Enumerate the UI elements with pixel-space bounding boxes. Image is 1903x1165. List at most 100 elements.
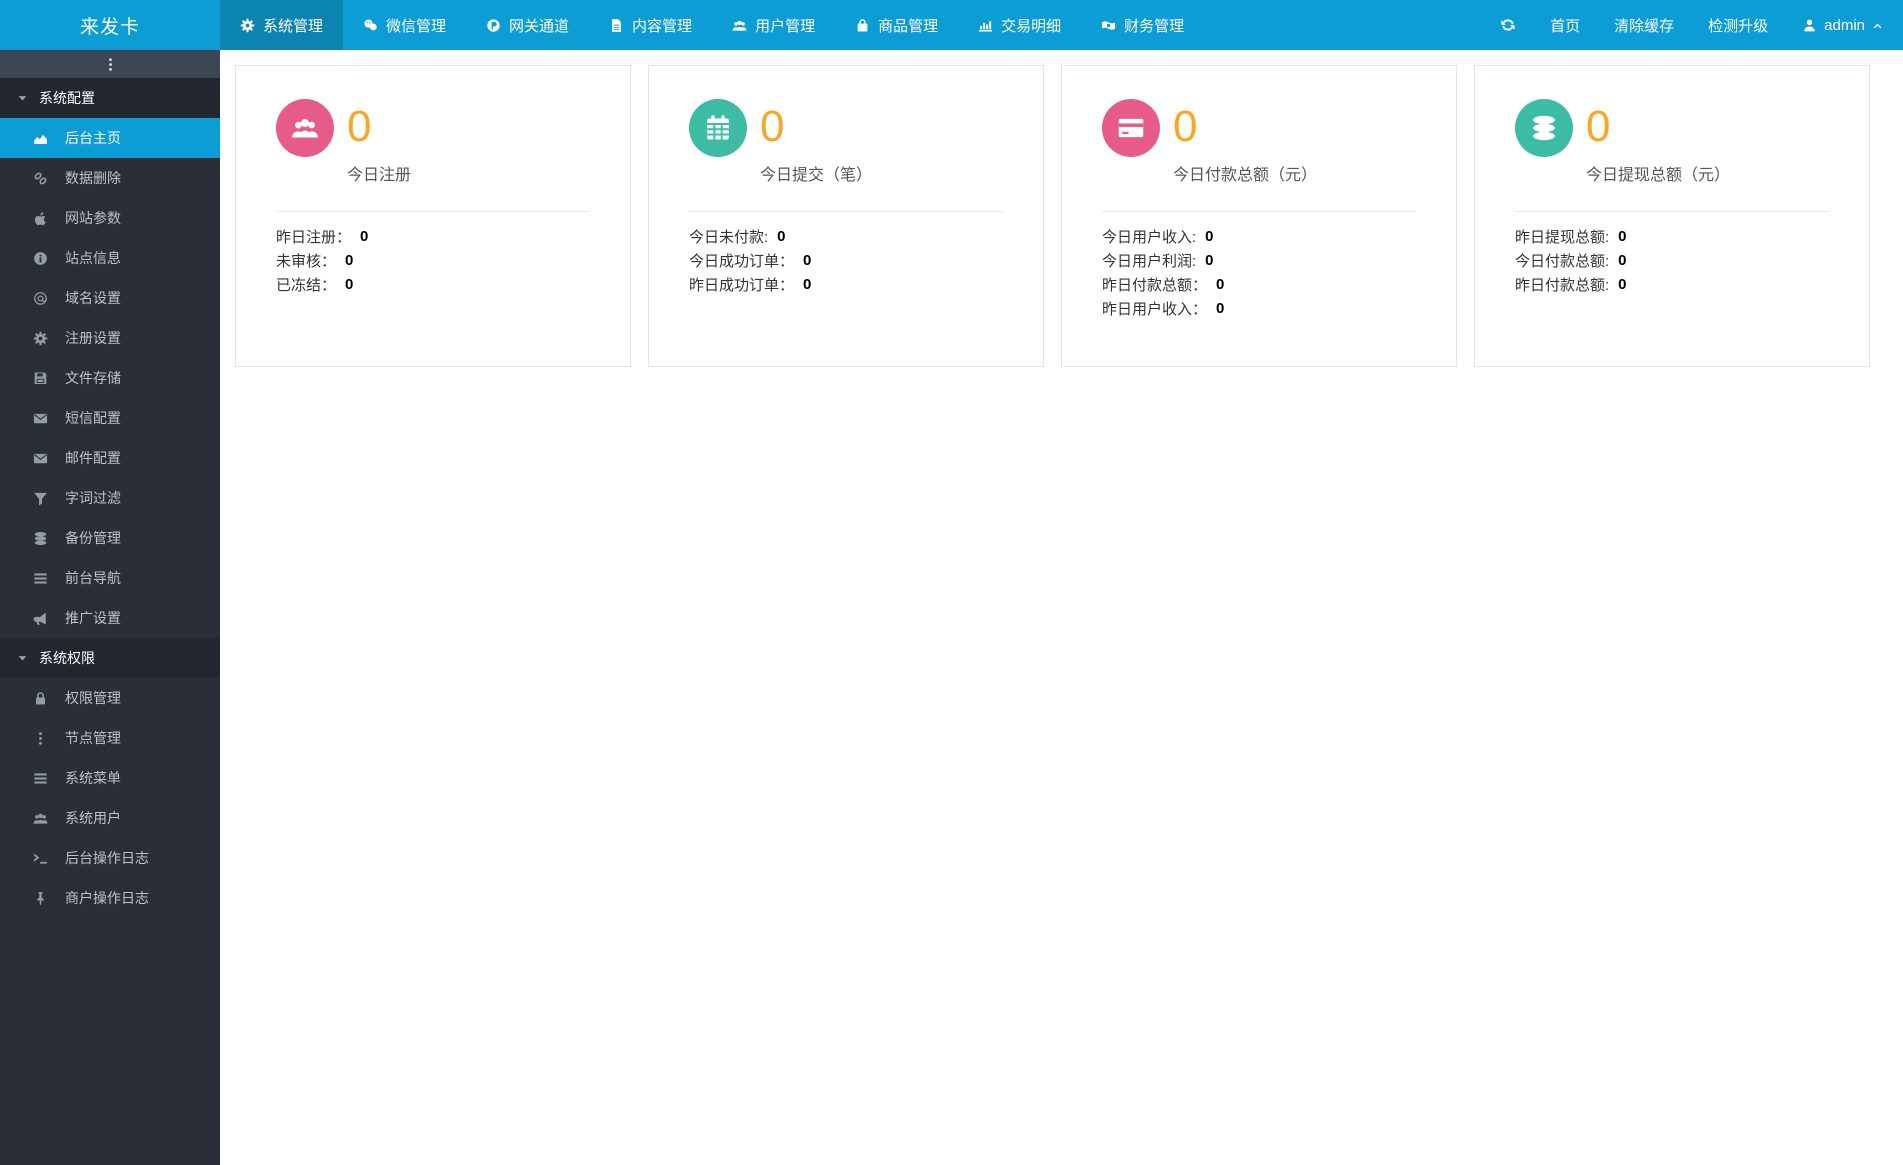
sidebar-item-dashboard[interactable]: 后台主页 — [0, 118, 220, 158]
gear-icon — [240, 18, 255, 33]
check-upgrade-button[interactable]: 检测升级 — [1708, 15, 1768, 36]
sidebar-item-label: 推广设置 — [65, 610, 121, 626]
nav-item-goods[interactable]: 商品管理 — [835, 0, 958, 50]
sidebar-item-site-params[interactable]: 网站参数 — [0, 198, 220, 238]
sidebar-item-sms[interactable]: 短信配置 — [0, 398, 220, 438]
stat-row-value: 0 — [1618, 227, 1627, 245]
nav-item-user[interactable]: 用户管理 — [712, 0, 835, 50]
stat-row: 今日未付款: 0 — [689, 224, 1003, 248]
stat-label: 今日提现总额（元） — [1586, 167, 1731, 184]
bullhorn-icon — [32, 611, 49, 626]
nav-item-label: 交易明细 — [1001, 17, 1062, 35]
terminal-icon — [32, 851, 49, 866]
home-link[interactable]: 首页 — [1550, 15, 1580, 36]
sidebar-item-auth-manage[interactable]: 权限管理 — [0, 678, 220, 718]
divider — [1515, 211, 1829, 212]
sidebar-item-label: 后台操作日志 — [65, 850, 149, 866]
stat-row-value: 0 — [1216, 299, 1225, 317]
stat-row-label: 昨日成功订单： — [689, 276, 795, 294]
p-circle-icon — [486, 18, 501, 33]
sidebar-item-label: 站点信息 — [65, 250, 121, 266]
stat-summary: 0 今日提现总额（元） — [1586, 105, 1730, 185]
stat-row-label: 今日用户收入: — [1102, 228, 1197, 246]
nav-item-label: 商品管理 — [878, 17, 939, 35]
sidebar-item-label: 域名设置 — [65, 290, 121, 306]
top-nav: 系统管理 微信管理 网关通道 内容管理 用户管理 商品管理 交易明细 财务管理 — [220, 0, 1204, 50]
stat-rows: 今日未付款: 0 今日成功订单： 0 昨日成功订单： 0 — [689, 224, 1003, 296]
sidebar-item-label: 数据删除 — [65, 170, 121, 186]
sidebar-item-label: 文件存储 — [65, 370, 121, 386]
nav-item-content[interactable]: 内容管理 — [589, 0, 712, 50]
nav-item-label: 网关通道 — [509, 17, 570, 35]
at-icon — [32, 291, 49, 306]
stat-row-value: 0 — [1618, 251, 1627, 269]
sidebar-item-front-nav[interactable]: 前台导航 — [0, 558, 220, 598]
sidebar-item-system-user[interactable]: 系统用户 — [0, 798, 220, 838]
stat-row: 昨日注册： 0 — [276, 224, 590, 248]
sidebar-item-backup[interactable]: 备份管理 — [0, 518, 220, 558]
section-label: 系统权限 — [39, 650, 95, 666]
stat-circle — [1102, 99, 1160, 157]
sidebar-item-label: 前台导航 — [65, 570, 121, 586]
credit-card-icon — [1117, 114, 1145, 142]
thumbtack-icon — [32, 891, 49, 906]
nav-item-system[interactable]: 系统管理 — [220, 0, 344, 50]
stat-row-label: 昨日注册： — [276, 228, 352, 246]
sidebar-item-promotion[interactable]: 推广设置 — [0, 598, 220, 638]
sidebar-item-system-menu[interactable]: 系统菜单 — [0, 758, 220, 798]
divider — [276, 211, 590, 212]
sidebar-item-word-filter[interactable]: 字词过滤 — [0, 478, 220, 518]
stat-row: 昨日付款总额： 0 — [1102, 272, 1416, 296]
sidebar-section-system-config[interactable]: 系统配置 — [0, 78, 220, 118]
nav-item-wechat[interactable]: 微信管理 — [343, 0, 466, 50]
stat-rows: 昨日注册： 0 未审核： 0 已冻结： 0 — [276, 224, 590, 296]
stat-row-label: 昨日付款总额： — [1102, 276, 1208, 294]
sidebar-item-email[interactable]: 邮件配置 — [0, 438, 220, 478]
stat-row-label: 昨日用户收入： — [1102, 300, 1208, 318]
stat-card-payment: 0 今日付款总额（元） 今日用户收入: 0 今日用户利润: 0 昨日付款总额： … — [1061, 65, 1457, 367]
stat-row-value: 0 — [360, 227, 369, 245]
bars-icon — [32, 771, 49, 786]
sidebar-item-merchant-log[interactable]: 商户操作日志 — [0, 878, 220, 918]
calendar-icon — [704, 114, 732, 142]
stat-value: 0 — [347, 102, 372, 151]
sidebar-item-register[interactable]: 注册设置 — [0, 318, 220, 358]
sidebar-item-site-info[interactable]: 站点信息 — [0, 238, 220, 278]
sidebar-item-label: 注册设置 — [65, 330, 121, 346]
ellipsis-v-icon — [103, 57, 118, 72]
stat-circle — [1515, 99, 1573, 157]
sidebar-toggle[interactable] — [0, 50, 220, 78]
sidebar-item-label: 备份管理 — [65, 530, 121, 546]
stat-circle — [276, 99, 334, 157]
refresh-button[interactable] — [1500, 17, 1516, 33]
nav-item-label: 系统管理 — [263, 17, 324, 35]
sidebar-item-domain[interactable]: 域名设置 — [0, 278, 220, 318]
user-menu[interactable]: admin — [1802, 17, 1883, 34]
sidebar-item-file-storage[interactable]: 文件存储 — [0, 358, 220, 398]
stat-value: 0 — [760, 102, 785, 151]
refresh-icon — [1500, 17, 1516, 33]
nav-item-trade[interactable]: 交易明细 — [958, 0, 1081, 50]
sidebar-item-label: 节点管理 — [65, 730, 121, 746]
users-icon — [291, 114, 319, 142]
lock-icon — [32, 691, 49, 706]
stat-row-value: 0 — [1205, 227, 1214, 245]
sidebar-item-admin-log[interactable]: 后台操作日志 — [0, 838, 220, 878]
stat-label: 今日付款总额（元） — [1173, 167, 1318, 184]
stat-cards: 0 今日注册 昨日注册： 0 未审核： 0 已冻结： 0 0 今日提交（笔） 今… — [235, 65, 1888, 367]
sidebar-item-node-manage[interactable]: 节点管理 — [0, 718, 220, 758]
bar-chart-icon — [978, 18, 993, 33]
nav-item-gateway[interactable]: 网关通道 — [466, 0, 589, 50]
sidebar-section-system-auth[interactable]: 系统权限 — [0, 638, 220, 678]
nav-item-label: 内容管理 — [632, 17, 693, 35]
nav-item-finance[interactable]: 财务管理 — [1081, 0, 1204, 50]
app-logo[interactable]: 来发卡 — [0, 0, 220, 50]
stat-row-value: 0 — [345, 251, 354, 269]
stat-card-top: 0 今日提交（笔） — [689, 99, 1003, 185]
stat-row: 昨日用户收入： 0 — [1102, 296, 1416, 320]
user-icon — [1802, 18, 1817, 33]
clear-cache-button[interactable]: 清除缓存 — [1614, 15, 1674, 36]
stat-row-label: 昨日提现总额: — [1515, 228, 1610, 246]
sidebar-item-data-delete[interactable]: 数据删除 — [0, 158, 220, 198]
stat-label: 今日注册 — [347, 167, 412, 184]
